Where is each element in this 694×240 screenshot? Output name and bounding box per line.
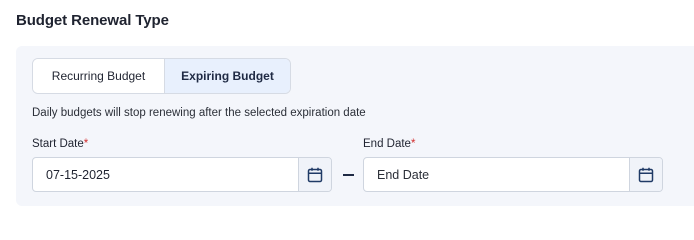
date-range-separator — [343, 174, 354, 176]
calendar-icon — [638, 167, 654, 182]
end-date-label-text: End Date — [363, 138, 411, 150]
expiring-budget-button[interactable]: Expiring Budget — [165, 59, 290, 93]
end-date-input[interactable]: End Date — [364, 158, 629, 191]
end-date-label: End Date* — [363, 138, 415, 150]
renewal-panel: Recurring Budget Expiring Budget Daily b… — [16, 46, 694, 206]
renewal-type-toggle: Recurring Budget Expiring Budget — [32, 58, 291, 94]
start-date-calendar-button[interactable] — [298, 158, 331, 191]
start-date-field[interactable]: 07-15-2025 — [32, 157, 332, 192]
calendar-icon — [307, 167, 323, 182]
required-marker: * — [410, 138, 416, 150]
end-date-field[interactable]: End Date — [363, 157, 663, 192]
start-date-input[interactable]: 07-15-2025 — [33, 158, 298, 191]
recurring-budget-button[interactable]: Recurring Budget — [33, 59, 165, 93]
section-title: Budget Renewal Type — [16, 12, 169, 29]
end-date-calendar-button[interactable] — [629, 158, 662, 191]
start-date-label-text: Start Date — [32, 138, 84, 150]
helper-text: Daily budgets will stop renewing after t… — [32, 107, 366, 119]
required-marker: * — [83, 138, 89, 150]
start-date-label: Start Date* — [32, 138, 88, 150]
budget-renewal-section: Budget Renewal Type Recurring Budget Exp… — [0, 0, 694, 211]
